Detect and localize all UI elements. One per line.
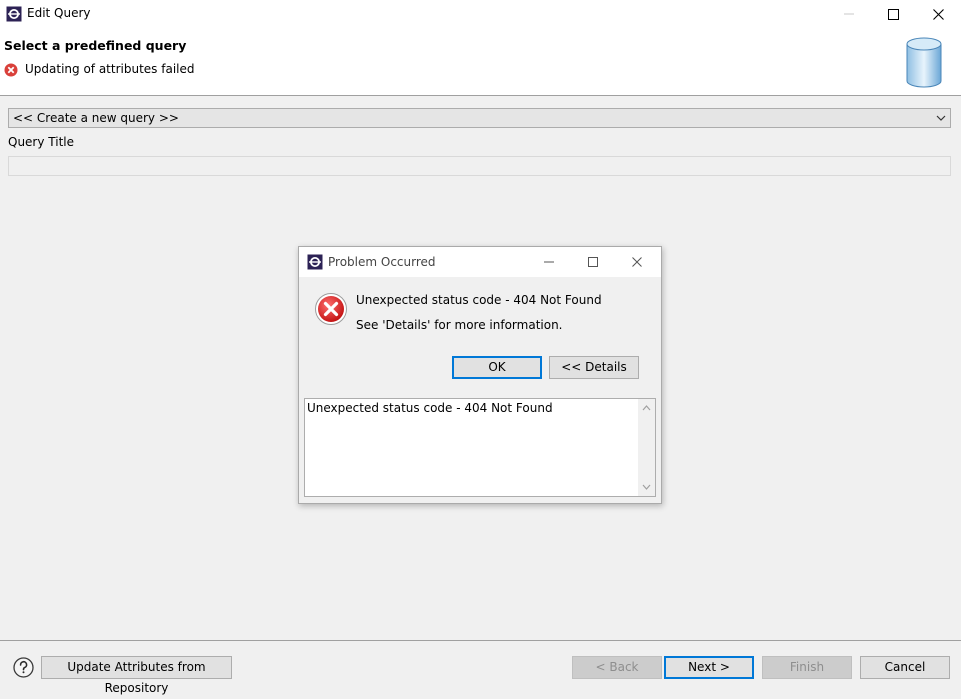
eclipse-app-icon (307, 254, 323, 270)
dialog-error-message: Unexpected status code - 404 Not Found (356, 293, 602, 307)
page-error-message: Updating of attributes failed (25, 62, 195, 76)
back-button[interactable]: < Back (572, 656, 662, 679)
predefined-query-select[interactable]: << Create a new query >> (8, 108, 951, 128)
cancel-button[interactable]: Cancel (860, 656, 950, 679)
footer-separator (0, 640, 961, 641)
details-button[interactable]: << Details (549, 356, 639, 379)
finish-button[interactable]: Finish (762, 656, 852, 679)
dialog-minimize-button[interactable] (527, 247, 571, 277)
query-title-input[interactable] (8, 156, 951, 176)
close-button[interactable] (915, 0, 961, 28)
details-scrollbar[interactable] (638, 399, 655, 496)
dialog-titlebar: Problem Occurred (299, 247, 661, 277)
close-icon (632, 257, 642, 267)
eclipse-app-icon (6, 6, 22, 22)
next-button[interactable]: Next > (664, 656, 754, 679)
dialog-hint-text: See 'Details' for more information. (356, 318, 563, 332)
query-title-label: Query Title (8, 135, 74, 149)
ok-button[interactable]: OK (452, 356, 542, 379)
maximize-icon (588, 257, 598, 267)
dialog-maximize-button[interactable] (571, 247, 615, 277)
database-icon (906, 37, 942, 88)
window-titlebar: Edit Query (0, 0, 961, 28)
window-title: Edit Query (27, 6, 91, 20)
header-separator (0, 95, 961, 96)
dialog-close-button[interactable] (615, 247, 659, 277)
query-select-value: << Create a new query >> (13, 111, 179, 125)
close-icon (932, 8, 944, 20)
update-attributes-button[interactable]: Update Attributes from Repository (41, 656, 232, 695)
chevron-up-icon[interactable] (641, 403, 652, 413)
dialog-title: Problem Occurred (328, 255, 436, 269)
details-text: Unexpected status code - 404 Not Found (307, 401, 553, 415)
help-icon[interactable] (13, 657, 34, 678)
chevron-down-icon (936, 115, 946, 121)
problem-dialog: Problem Occurred Unexpected status code … (298, 246, 662, 504)
minimize-button[interactable] (826, 0, 872, 28)
details-textarea[interactable]: Unexpected status code - 404 Not Found (304, 398, 656, 497)
error-icon (315, 293, 347, 325)
minimize-icon (844, 13, 854, 15)
error-icon (4, 63, 18, 77)
wizard-header: Select a predefined query Updating of at… (0, 28, 961, 95)
maximize-icon (887, 8, 899, 20)
page-title: Select a predefined query (4, 38, 187, 53)
minimize-icon (544, 261, 554, 263)
chevron-down-icon[interactable] (641, 482, 652, 492)
maximize-button[interactable] (870, 0, 916, 28)
